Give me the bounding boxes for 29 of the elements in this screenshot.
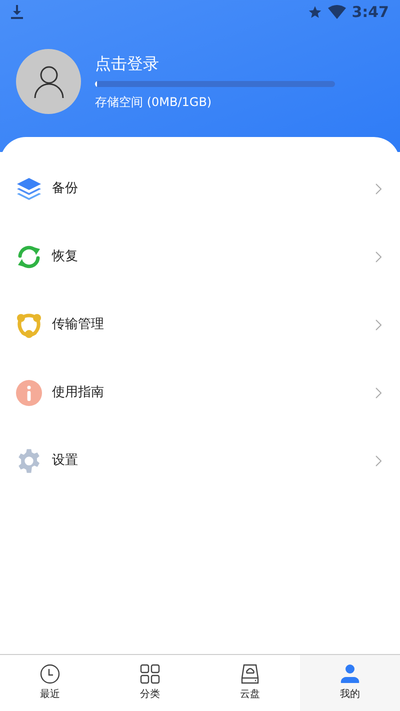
- menu-item[interactable]: 使用指南: [0, 359, 400, 427]
- chevron-right-icon: [375, 319, 382, 331]
- chevron-right-icon: [375, 455, 382, 467]
- drive-icon: [240, 664, 260, 684]
- star-icon: [308, 5, 322, 19]
- chevron-right-icon: [375, 251, 382, 263]
- download-icon: [11, 5, 23, 19]
- chevron-right-icon: [375, 183, 382, 195]
- nav-tab[interactable]: 我的: [300, 655, 400, 711]
- person-icon: [340, 664, 360, 684]
- wifi-icon: [328, 5, 346, 19]
- menu-item[interactable]: 备份: [0, 155, 400, 223]
- menu-item[interactable]: 传输管理: [0, 291, 400, 359]
- info-icon: [16, 380, 42, 406]
- nav-tab[interactable]: 分类: [100, 655, 200, 711]
- layers-icon: [16, 176, 42, 202]
- nav-tab[interactable]: 云盘: [200, 655, 300, 711]
- menu-item[interactable]: 设置: [0, 427, 400, 495]
- share-nodes-icon: [16, 312, 42, 338]
- storage-label: 存储空间 (0MB/1GB): [95, 94, 213, 111]
- settings-icon: [16, 448, 42, 474]
- refresh-icon: [16, 244, 42, 270]
- status-time: 3:47: [352, 2, 389, 23]
- nav-tab[interactable]: 最近: [0, 655, 100, 711]
- menu-item[interactable]: 恢复: [0, 223, 400, 291]
- clock-icon: [40, 664, 60, 684]
- person-outline-icon: [32, 64, 66, 98]
- grid-icon: [140, 664, 160, 684]
- chevron-right-icon: [375, 387, 382, 399]
